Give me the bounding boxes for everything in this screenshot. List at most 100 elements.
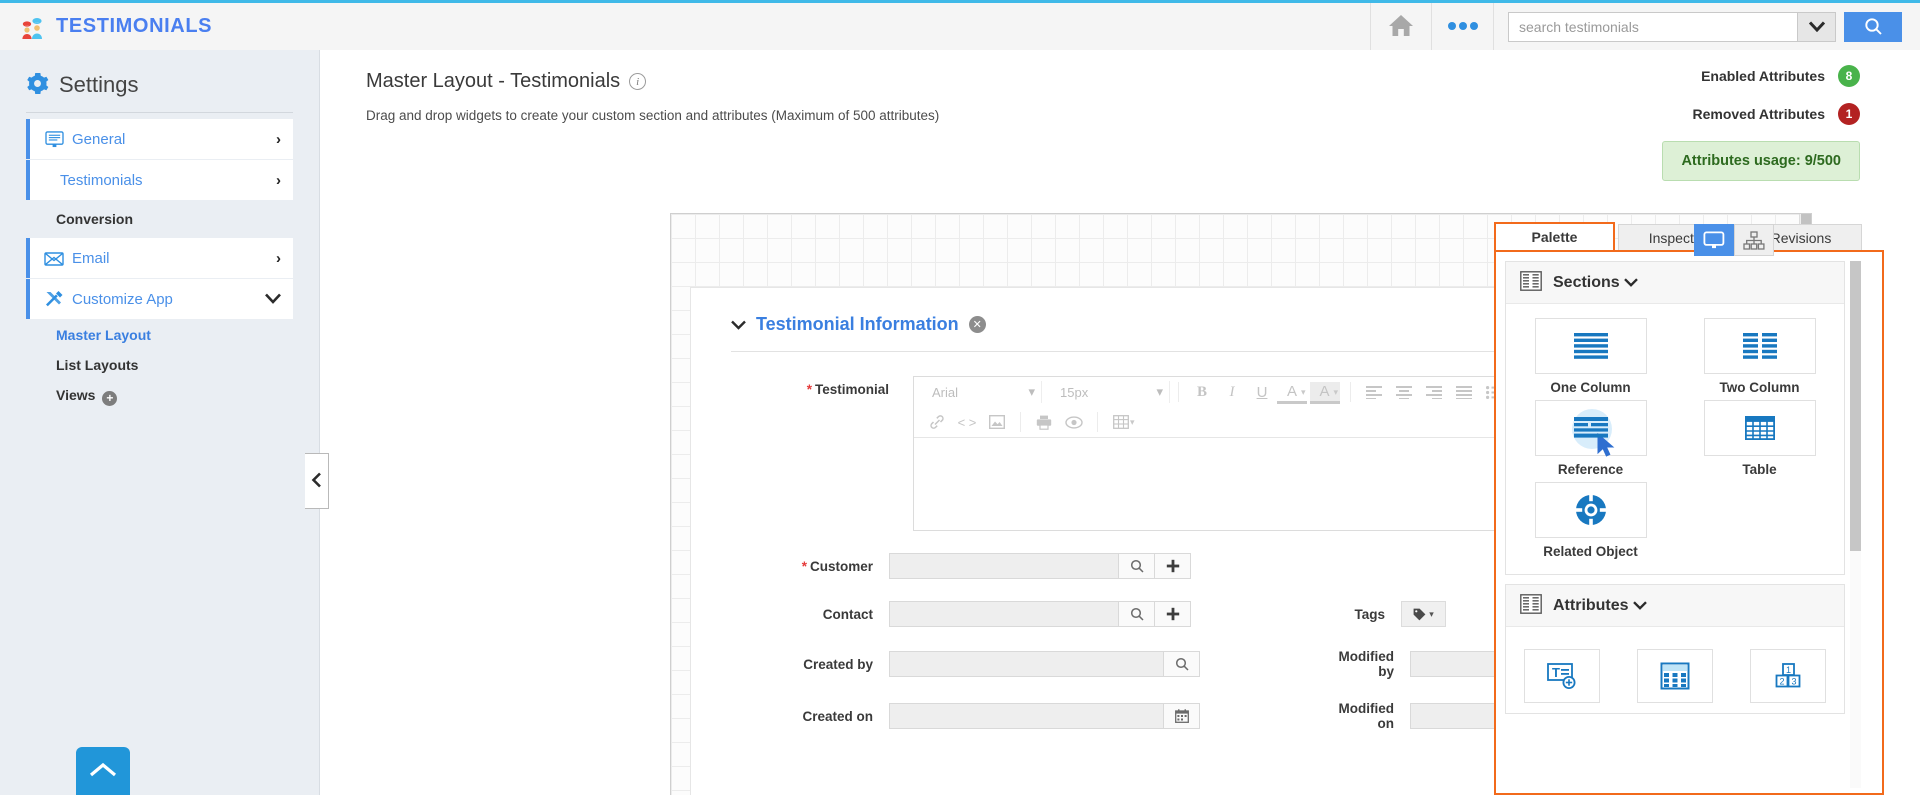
created-by-search-button[interactable] (1164, 651, 1200, 677)
contact-search-button[interactable] (1119, 601, 1155, 627)
chevron-down-icon (1632, 597, 1647, 615)
toolbar-separator (1097, 412, 1098, 432)
sitemap-icon (1743, 230, 1765, 250)
search-scope-dropdown[interactable] (1797, 12, 1835, 41)
palette-tile-two-column-wrap: Two Column (1675, 318, 1844, 400)
palette-tile-table[interactable] (1703, 400, 1816, 456)
created-on-calendar-button[interactable] (1164, 703, 1200, 729)
chevron-down-icon (1623, 274, 1638, 292)
device-sitemap-button[interactable] (1734, 224, 1774, 256)
palette-tile-label: Two Column (1719, 380, 1800, 395)
panel-scrollbar-thumb[interactable] (1850, 261, 1861, 551)
customer-field: * Customer (691, 553, 1191, 579)
palette-attr-number-blocks[interactable]: 1 2 3 (1749, 649, 1826, 703)
image-icon[interactable] (982, 409, 1012, 435)
palette-attr-text-field[interactable]: T (1524, 649, 1601, 703)
palette-tile-related-object[interactable] (1534, 482, 1647, 538)
font-family-select[interactable]: Arial ▾ (924, 381, 1042, 403)
svg-text:2: 2 (1779, 677, 1784, 687)
chevron-down-icon[interactable] (731, 317, 746, 333)
brand[interactable]: ... ... TESTIMONIALS (0, 3, 212, 50)
align-right-icon[interactable] (1419, 379, 1449, 405)
created-by-label: Created by (803, 656, 873, 672)
link-icon[interactable] (922, 409, 952, 435)
modified-on-label: Modified on (1338, 701, 1395, 731)
print-icon[interactable] (1029, 409, 1059, 435)
created-by-input[interactable] (889, 651, 1164, 677)
sidebar-collapse-handle[interactable] (305, 453, 329, 509)
created-on-input[interactable] (889, 703, 1164, 729)
sidebar-item-views[interactable]: Views + (0, 380, 319, 413)
sidebar-item-label: Views (56, 387, 96, 403)
chevron-down-icon[interactable]: ▾ (1130, 417, 1135, 428)
sidebar-item-label: Customize App (72, 290, 173, 308)
scroll-to-top-button[interactable] (76, 747, 130, 795)
customer-add-button[interactable] (1155, 553, 1191, 579)
search-area (1494, 3, 1920, 50)
list-columns-icon (1520, 271, 1542, 294)
desktop-icon (1703, 231, 1725, 249)
more-menu-button[interactable] (1432, 3, 1494, 50)
numeric-keypad-icon (1660, 662, 1690, 690)
bold-icon[interactable]: B (1187, 379, 1217, 405)
palette-tile-two-column[interactable] (1703, 318, 1816, 374)
created-by-field: Created by (691, 651, 1200, 677)
align-center-icon[interactable] (1389, 379, 1419, 405)
chevron-right-icon: › (276, 130, 281, 148)
attributes-group-header[interactable]: Attributes (1506, 585, 1844, 627)
removed-attributes-badge: 1 (1838, 103, 1860, 125)
sidebar-item-conversion[interactable]: Conversion (0, 201, 319, 237)
list-columns-icon (1520, 594, 1542, 617)
people-chat-icon: ... ... (18, 13, 46, 41)
home-button[interactable] (1370, 3, 1432, 50)
palette-tile-label: Table (1742, 462, 1777, 477)
contact-input[interactable] (889, 601, 1119, 627)
sidebar-item-master-layout[interactable]: Master Layout (0, 320, 319, 350)
font-size-select[interactable]: 15px ▾ (1052, 381, 1170, 403)
home-icon (1387, 13, 1415, 41)
customer-search-button[interactable] (1119, 553, 1155, 579)
chevron-down-icon (265, 291, 281, 308)
sections-group-header[interactable]: Sections (1506, 262, 1844, 304)
palette-tile-reference-wrap: Reference (1506, 400, 1675, 482)
sidebar-item-email[interactable]: Email › (26, 238, 293, 278)
panel-scrollbar[interactable] (1850, 261, 1861, 788)
add-view-icon[interactable]: + (102, 390, 118, 406)
sidebar-item-label: General (72, 130, 126, 148)
tab-palette[interactable]: Palette (1494, 222, 1615, 252)
underline-icon[interactable]: U (1247, 379, 1277, 405)
font-size-value: 15px (1060, 384, 1089, 400)
sidebar: Settings General › Testimonials › Conver… (0, 50, 320, 795)
close-circle-icon[interactable]: ✕ (968, 316, 986, 333)
chevron-down-icon[interactable]: ▾ (1301, 387, 1306, 398)
sidebar-item-label: Testimonials (60, 171, 143, 189)
palette-tile-reference[interactable] (1534, 400, 1647, 457)
sidebar-item-general[interactable]: General › (26, 119, 293, 159)
sidebar-item-testimonials[interactable]: Testimonials › (26, 160, 293, 200)
chevron-left-icon (311, 472, 322, 491)
preview-icon[interactable] (1059, 409, 1089, 435)
align-justify-icon[interactable] (1449, 379, 1479, 405)
customer-input[interactable] (889, 553, 1119, 579)
tags-picker-button[interactable]: ▾ (1401, 601, 1446, 627)
italic-icon[interactable]: I (1217, 379, 1247, 405)
align-left-icon[interactable] (1359, 379, 1389, 405)
enabled-attributes-label: Enabled Attributes (1701, 68, 1825, 84)
sidebar-item-list-layouts[interactable]: List Layouts (0, 350, 319, 380)
palette-tile-one-column[interactable] (1534, 318, 1647, 374)
text-field-icon: T (1547, 663, 1576, 689)
brand-title: TESTIMONIALS (56, 15, 213, 37)
palette-attr-keypad[interactable] (1636, 649, 1713, 703)
customer-label-text: Customer (809, 558, 873, 574)
contact-add-button[interactable] (1155, 601, 1191, 627)
svg-text:3: 3 (1791, 677, 1796, 687)
search-input[interactable] (1509, 12, 1797, 41)
code-icon[interactable]: < > (952, 409, 982, 435)
sidebar-item-label: Email (72, 249, 110, 267)
device-desktop-button[interactable] (1694, 224, 1734, 256)
sidebar-item-customize-app[interactable]: Customize App (26, 279, 293, 319)
chevron-down-icon[interactable]: ▾ (1334, 387, 1339, 398)
search-submit-button[interactable] (1844, 11, 1902, 42)
info-icon[interactable]: i (629, 73, 647, 90)
